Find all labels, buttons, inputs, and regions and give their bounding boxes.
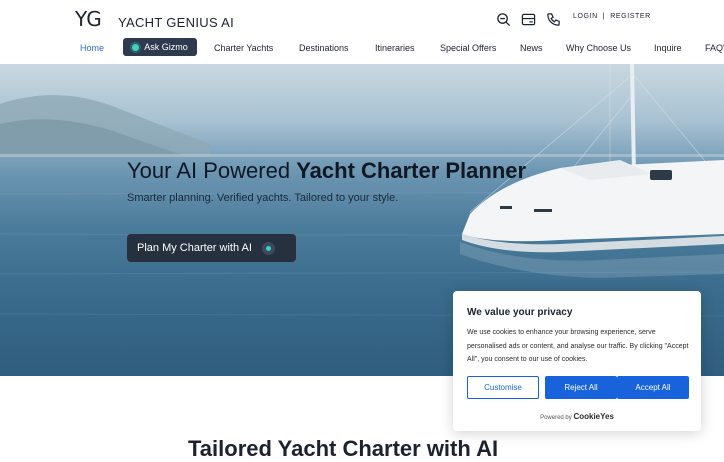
logo-mark[interactable]: YG [75,7,102,31]
main-nav: Home Charter Yachts Destinations Itinera… [0,38,724,58]
nav-inquire[interactable]: Inquire [654,43,682,53]
search-icon[interactable] [495,11,511,27]
hero-subtitle: Smarter planning. Verified yachts. Tailo… [127,192,399,204]
cookieyes-logo[interactable]: CookieYes [573,412,613,421]
ask-gizmo-button[interactable]: Ask Gizmo [123,38,197,56]
plan-charter-button[interactable]: Plan My Charter with AI [127,234,296,262]
cookie-text: We use cookies to enhance your browsing … [467,329,689,363]
nav-why-choose-us[interactable]: Why Choose Us [566,43,631,53]
hero-title-light: Your AI Powered [127,158,297,183]
site-header: YG YACHT GENIUS AI LOGIN | REGISTER Home… [0,0,724,64]
hero-title-bold: Yacht Charter Planner [296,158,527,183]
brand-name[interactable]: YACHT GENIUS AI [118,15,234,30]
sparkle-icon [132,43,140,51]
sparkle-icon [261,241,275,255]
powered-by-label: Powered by [540,415,572,421]
reject-all-button[interactable]: Reject All [545,376,617,399]
nav-itineraries[interactable]: Itineraries [375,43,415,53]
cookie-consent-dialog: We value your privacy We use cookies to … [453,291,701,431]
ask-gizmo-label: Ask Gizmo [144,42,188,52]
login-link[interactable]: LOGIN [573,13,598,20]
phone-icon[interactable] [545,11,561,27]
hero-title: Your AI Powered Yacht Charter Planner [127,158,526,184]
auth-separator: | [602,13,606,20]
customise-button[interactable]: Customise [467,376,539,399]
section-title: Tailored Yacht Charter with AI [188,436,499,461]
nav-special-offers[interactable]: Special Offers [440,43,496,53]
plan-charter-label: Plan My Charter with AI [137,242,252,254]
nav-news[interactable]: News [520,43,543,53]
auth-links: LOGIN | REGISTER [573,13,651,20]
register-link[interactable]: REGISTER [610,13,651,20]
powered-by: Powered by CookieYes [453,412,701,421]
accept-all-button[interactable]: Accept All [617,376,689,399]
nav-destinations[interactable]: Destinations [299,43,349,53]
nav-faqs[interactable]: FAQ' [705,43,724,53]
card-icon[interactable] [520,11,536,27]
cookie-title: We value your privacy [467,307,573,318]
nav-charter-yachts[interactable]: Charter Yachts [214,43,273,53]
nav-home[interactable]: Home [80,43,104,53]
